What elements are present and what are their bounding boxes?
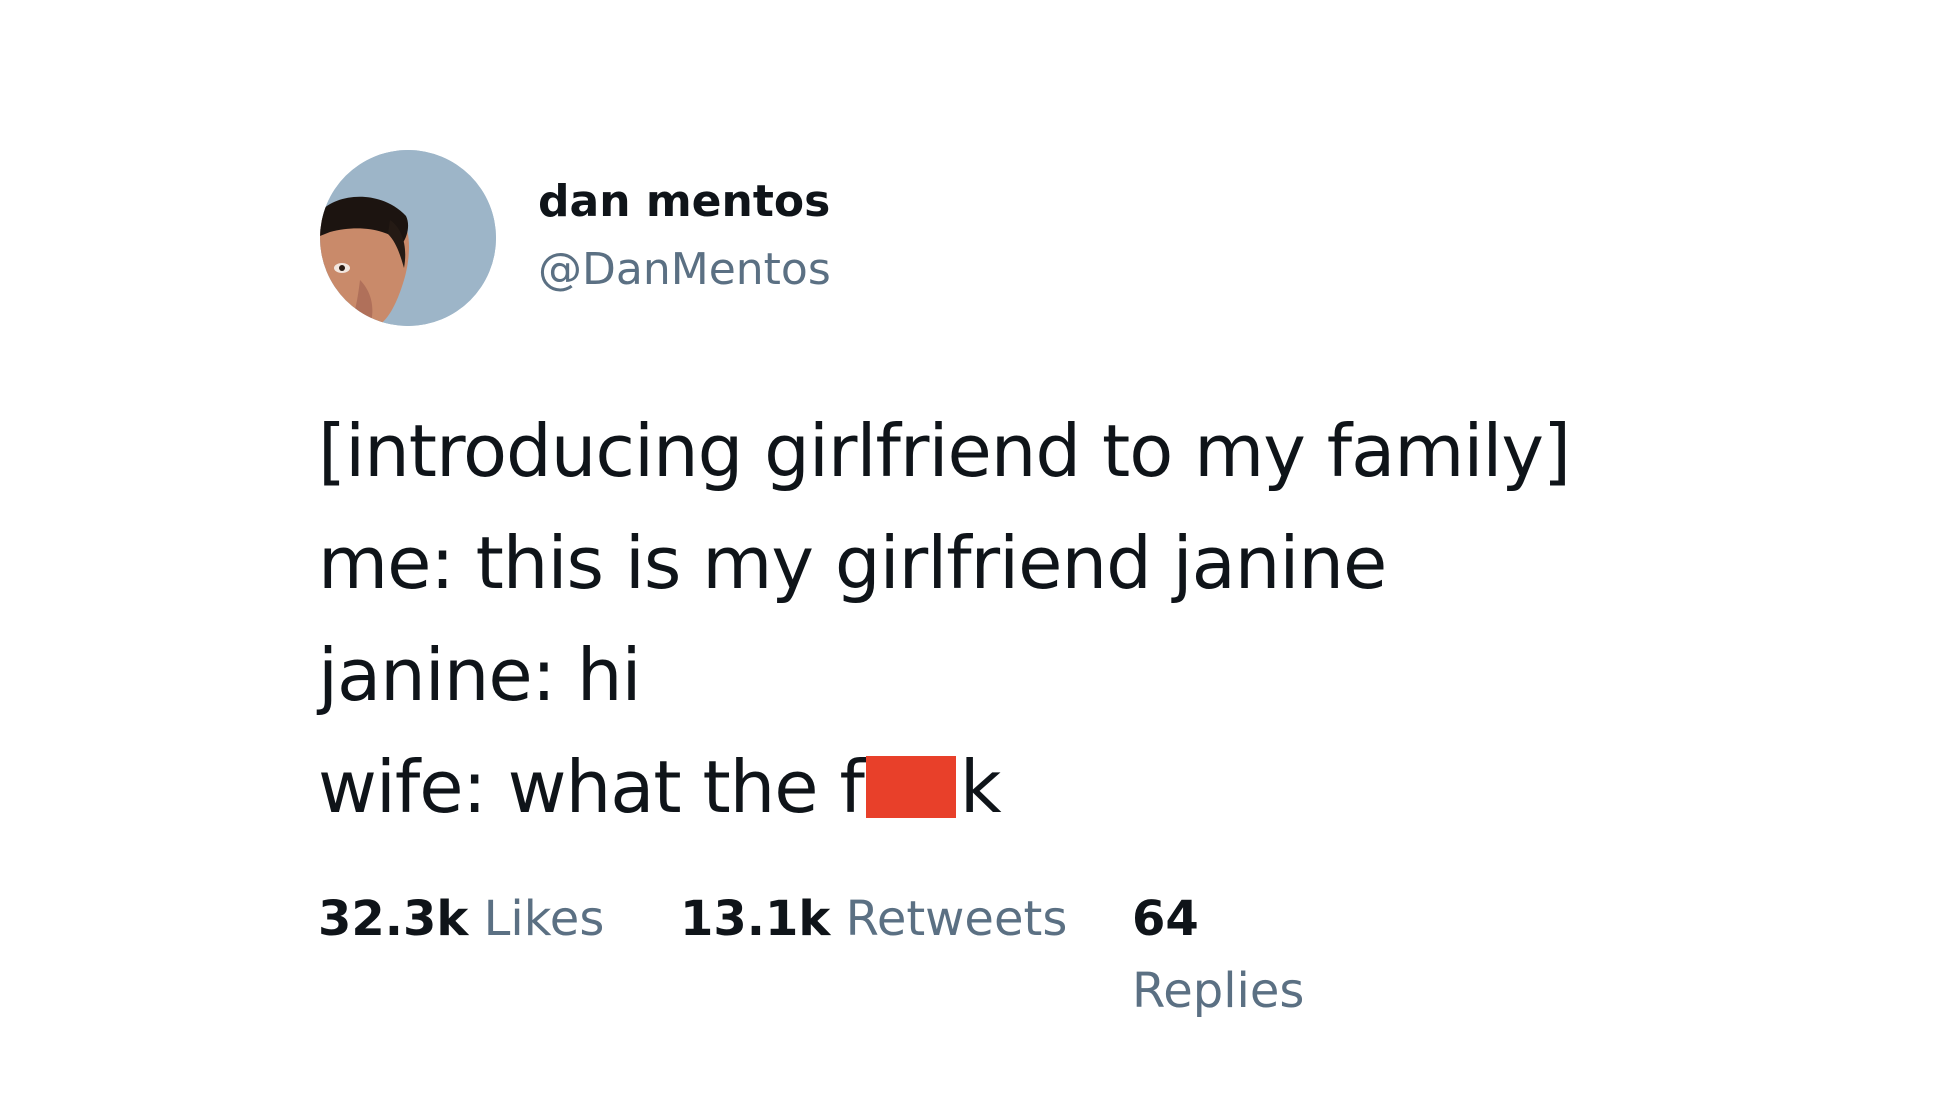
likes-label: Likes [483,891,605,947]
tweet-line: me: this is my girlfriend janine [318,521,1387,605]
replies-stat[interactable]: 64 Replies [1132,885,1332,1025]
replies-label: Replies [1132,963,1305,1019]
tweet-line: janine: hi [318,633,641,717]
avatar[interactable] [320,150,496,326]
avatar-image [320,150,496,326]
censor-block [865,756,956,818]
user-handle[interactable]: @DanMentos [538,238,831,302]
retweets-label: Retweets [845,891,1068,947]
tweet-line: [introducing girlfriend to my family] [318,409,1571,493]
tweet-line-prefix: wife: what the f [318,745,865,829]
tweet-text: [introducing girlfriend to my family] me… [318,395,1818,843]
retweets-count: 13.1k [680,891,831,947]
display-name[interactable]: dan mentos [538,170,831,234]
retweets-stat[interactable]: 13.1k Retweets [680,885,1067,953]
tweet-line-censored: wife: what the f k [318,731,1818,843]
tweet-line-suffix: k [959,745,1002,829]
likes-count: 32.3k [318,891,469,947]
replies-count: 64 [1132,891,1199,947]
likes-stat[interactable]: 32.3k Likes [318,885,604,953]
tweet-card: dan mentos @DanMentos [introducing girlf… [0,0,1940,1098]
user-info: dan mentos @DanMentos [538,170,831,302]
